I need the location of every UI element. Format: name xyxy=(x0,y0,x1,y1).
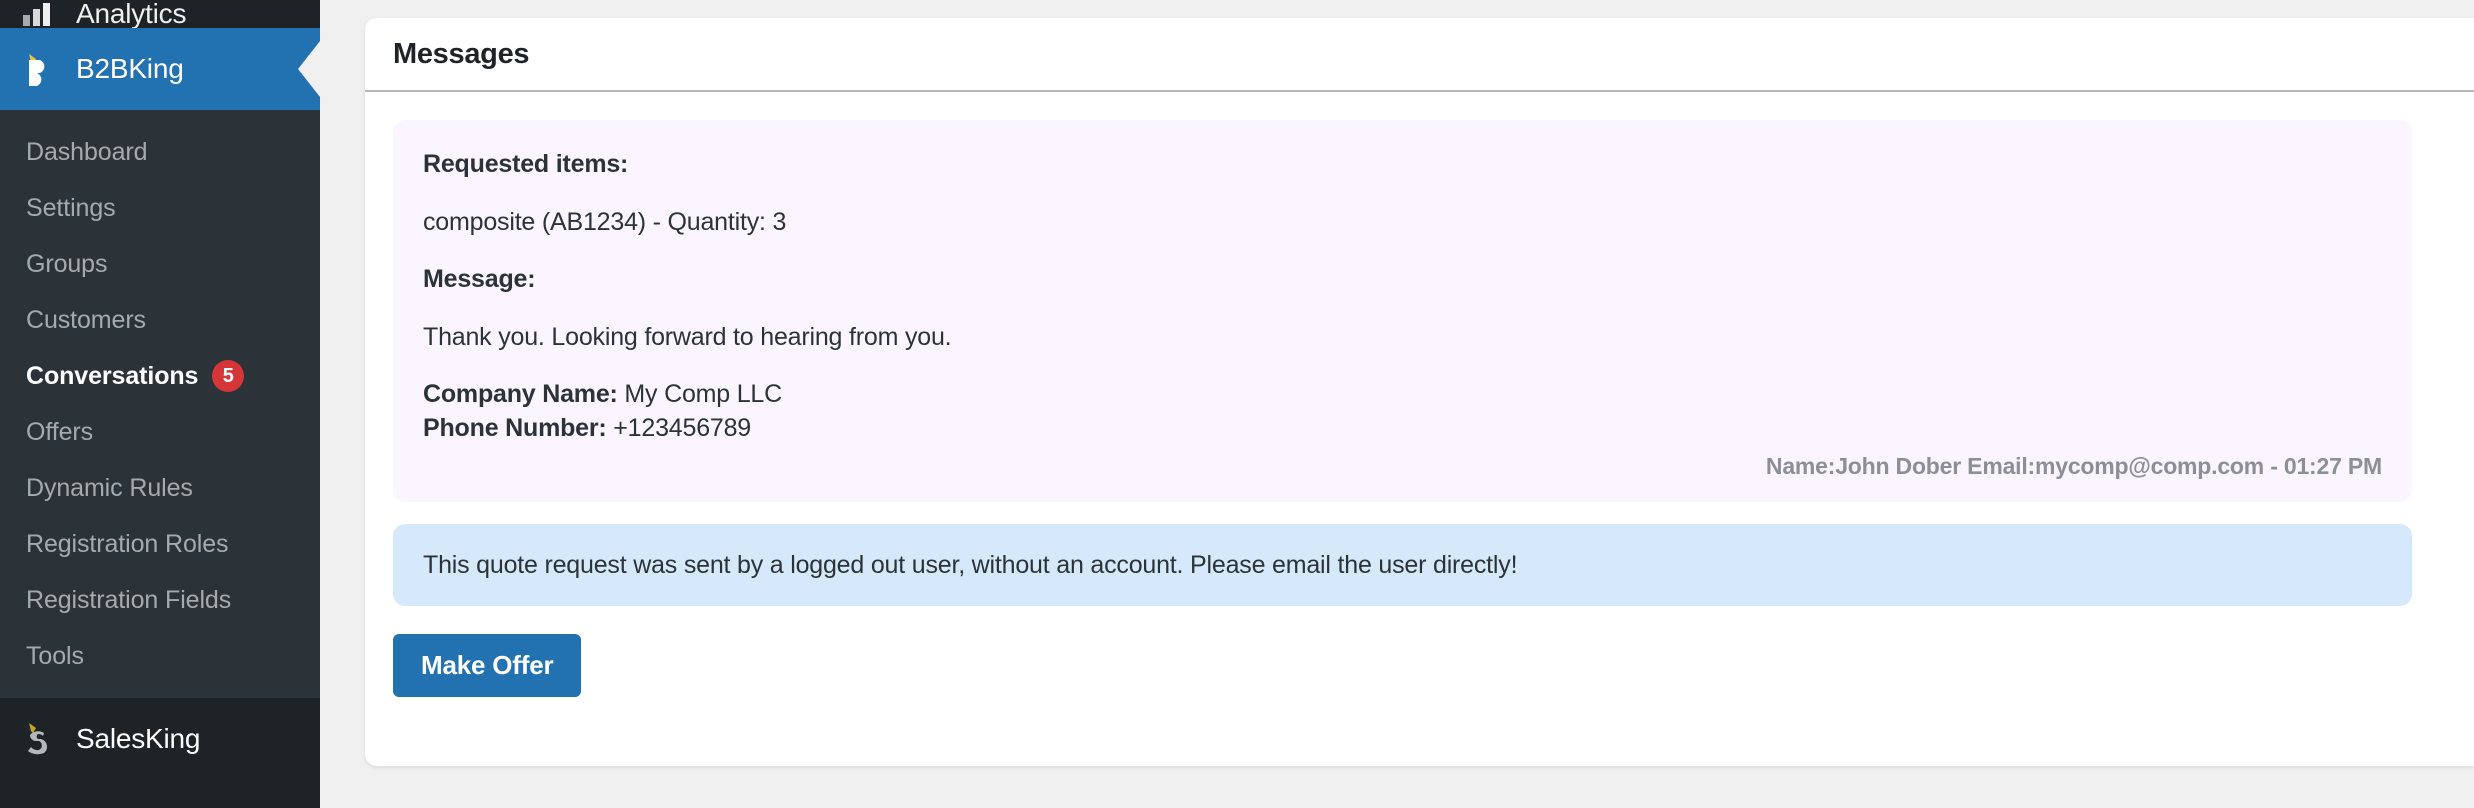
logged-out-user-notice: This quote request was sent by a logged … xyxy=(393,524,2412,606)
sidebar-item-conversations-label: Conversations xyxy=(26,362,198,391)
sidebar-item-tools[interactable]: Tools xyxy=(0,628,320,684)
sidebar-item-registration-roles[interactable]: Registration Roles xyxy=(0,516,320,572)
company-name-value: My Comp LLC xyxy=(624,380,782,408)
make-offer-button[interactable]: Make Offer xyxy=(393,634,581,697)
active-item-notch-icon xyxy=(298,41,320,97)
sidebar-item-registration-fields-label: Registration Fields xyxy=(26,586,231,615)
sidebar-item-salesking-label: SalesKing xyxy=(76,723,200,755)
sidebar-item-settings-label: Settings xyxy=(26,194,116,223)
sidebar-item-analytics[interactable]: Analytics xyxy=(0,0,320,28)
sidebar-item-tools-label: Tools xyxy=(26,642,84,671)
sidebar-item-marketing[interactable]: Marketing xyxy=(0,780,320,808)
sidebar-item-settings[interactable]: Settings xyxy=(0,180,320,236)
message-meta: Name:John Dober Email:mycomp@comp.com - … xyxy=(423,453,2382,480)
sidebar-item-b2bking-label: B2BKing xyxy=(76,53,184,85)
sidebar-item-offers[interactable]: Offers xyxy=(0,404,320,460)
megaphone-icon xyxy=(20,804,54,808)
messages-card-body: Requested items: composite (AB1234) - Qu… xyxy=(365,92,2474,697)
sidebar-item-dashboard[interactable]: Dashboard xyxy=(0,124,320,180)
sidebar-item-groups[interactable]: Groups xyxy=(0,236,320,292)
sidebar-item-groups-label: Groups xyxy=(26,250,107,279)
sidebar-item-dashboard-label: Dashboard xyxy=(26,138,147,167)
requested-items-label: Requested items: xyxy=(423,150,2382,180)
sidebar-item-b2bking[interactable]: B2BKing xyxy=(0,28,320,110)
sidebar-item-registration-roles-label: Registration Roles xyxy=(26,530,228,559)
salesking-crown-icon xyxy=(20,722,54,756)
page-title: Messages xyxy=(393,38,529,71)
message-value: Thank you. Looking forward to hearing fr… xyxy=(423,323,2382,353)
sidebar-item-salesking[interactable]: SalesKing xyxy=(0,698,320,780)
sidebar-item-customers[interactable]: Customers xyxy=(0,292,320,348)
phone-number-value: +123456789 xyxy=(613,414,751,442)
company-name-label: Company Name: xyxy=(423,380,618,408)
sidebar-item-analytics-label: Analytics xyxy=(76,0,186,28)
b2bking-crown-icon xyxy=(20,52,54,86)
sidebar-submenu: Dashboard Settings Groups Customers Conv… xyxy=(0,110,320,698)
main-content: Messages Requested items: composite (AB1… xyxy=(320,0,2474,808)
sidebar-item-registration-fields[interactable]: Registration Fields xyxy=(0,572,320,628)
logged-out-user-notice-text: This quote request was sent by a logged … xyxy=(423,551,1517,579)
messages-card: Messages Requested items: composite (AB1… xyxy=(365,18,2474,766)
company-name-row: Company Name: My Comp LLC xyxy=(423,380,2382,410)
messages-card-header: Messages xyxy=(365,18,2474,92)
requested-items-value: composite (AB1234) - Quantity: 3 xyxy=(423,208,2382,238)
message-label: Message: xyxy=(423,265,2382,295)
phone-number-row: Phone Number: +123456789 xyxy=(423,414,2382,444)
sidebar-item-dynamic-rules[interactable]: Dynamic Rules xyxy=(0,460,320,516)
phone-number-label: Phone Number: xyxy=(423,414,607,442)
sidebar-item-customers-label: Customers xyxy=(26,306,146,335)
sidebar-item-conversations[interactable]: Conversations 5 xyxy=(0,348,320,404)
bar-chart-icon xyxy=(20,0,54,28)
sidebar-item-offers-label: Offers xyxy=(26,418,93,447)
conversations-badge: 5 xyxy=(212,360,244,392)
sidebar-item-dynamic-rules-label: Dynamic Rules xyxy=(26,474,193,503)
message-bubble: Requested items: composite (AB1234) - Qu… xyxy=(393,120,2412,502)
admin-sidebar: Analytics B2BKing Dashboard Settings Gro… xyxy=(0,0,320,808)
